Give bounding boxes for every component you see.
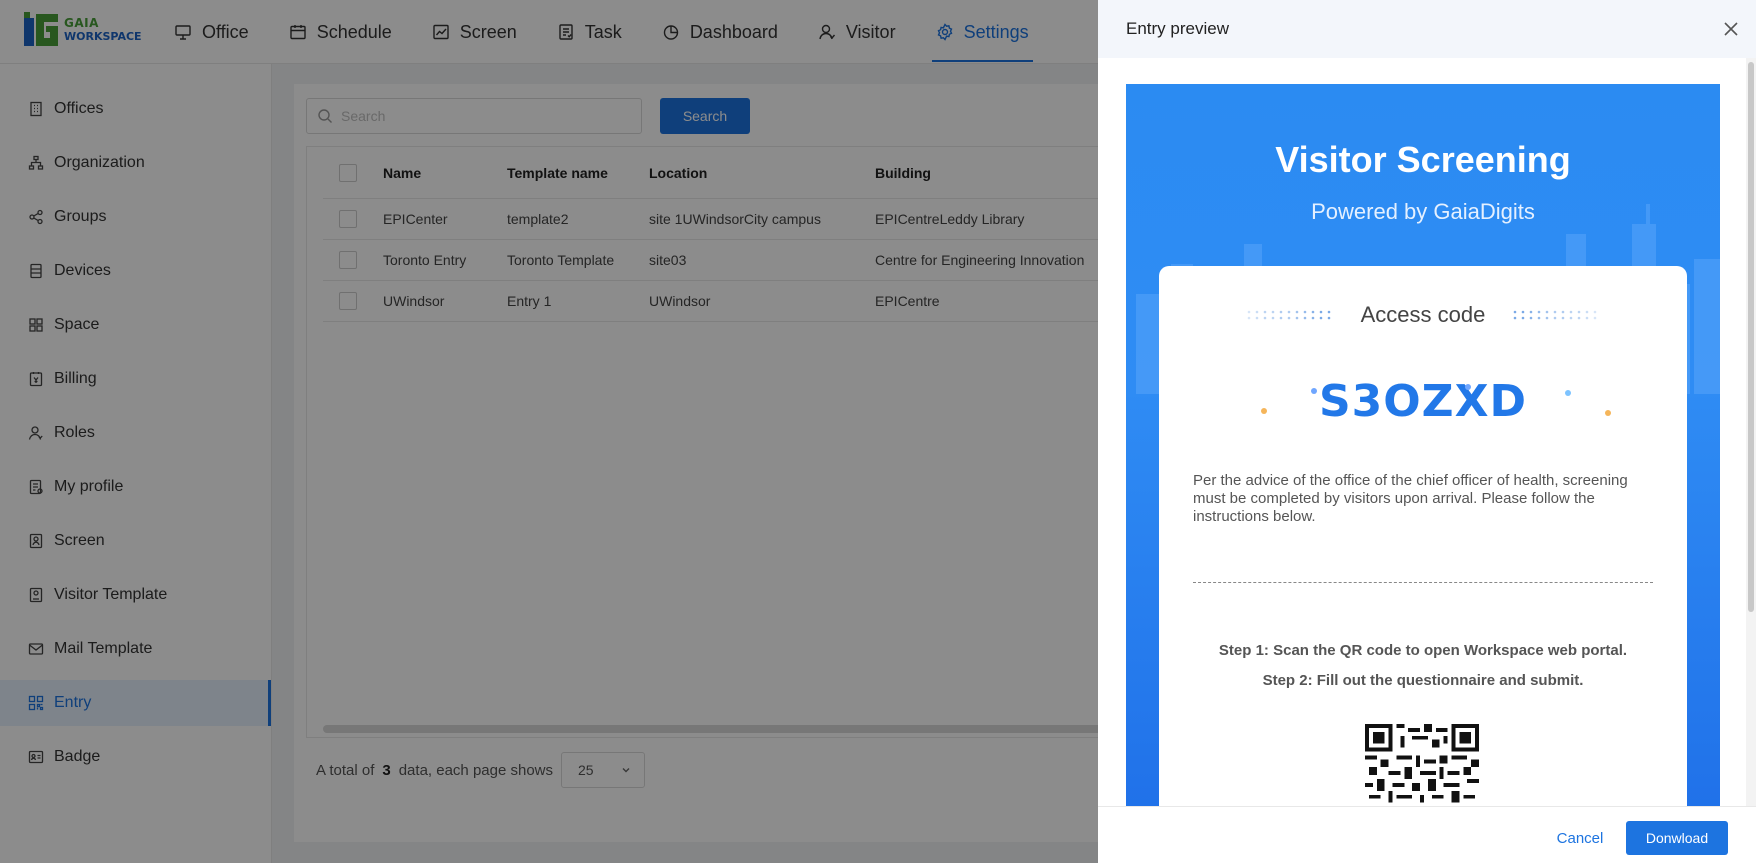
drawer-body: Visitor Screening Powered by GaiaDigits … [1098,58,1756,806]
sparkle-decoration [1465,384,1471,390]
step-2-text: Step 2: Fill out the questionnaire and s… [1262,672,1584,689]
access-code-card: Access code S3OZXD Per the advice of the… [1159,266,1687,806]
dots-decoration-icon [1514,310,1597,320]
sparkle-decoration [1605,410,1611,416]
poster-subtitle: Powered by GaiaDigits [1311,199,1535,224]
drawer-title: Entry preview [1126,19,1229,38]
step-1-text: Step 1: Scan the QR code to open Workspa… [1218,642,1628,659]
download-button[interactable]: Donwload [1626,821,1728,855]
close-icon[interactable] [1720,18,1742,40]
drawer-footer: Cancel Donwload [1098,806,1756,863]
sparkle-decoration [1261,408,1267,414]
access-code-value: S3OZXD [1318,376,1528,427]
screening-description: Per the advice of the office of the chie… [1193,472,1628,525]
visitor-screening-poster: Visitor Screening Powered by GaiaDigits … [1126,84,1720,806]
dots-decoration-icon [1247,310,1330,320]
cancel-button[interactable]: Cancel [1540,821,1620,855]
sparkle-decoration [1311,388,1317,394]
vertical-scrollbar[interactable] [1746,58,1756,806]
entry-preview-drawer: Entry preview Visitor Screening Powered … [1098,0,1756,863]
poster-title: Visitor Screening [1275,139,1571,180]
sparkle-decoration [1565,390,1571,396]
qr-code [1365,724,1479,806]
drawer-header: Entry preview [1098,0,1756,58]
vertical-scrollbar-thumb[interactable] [1748,62,1754,612]
dashed-divider [1193,582,1653,583]
access-code-label: Access code [1360,302,1486,327]
